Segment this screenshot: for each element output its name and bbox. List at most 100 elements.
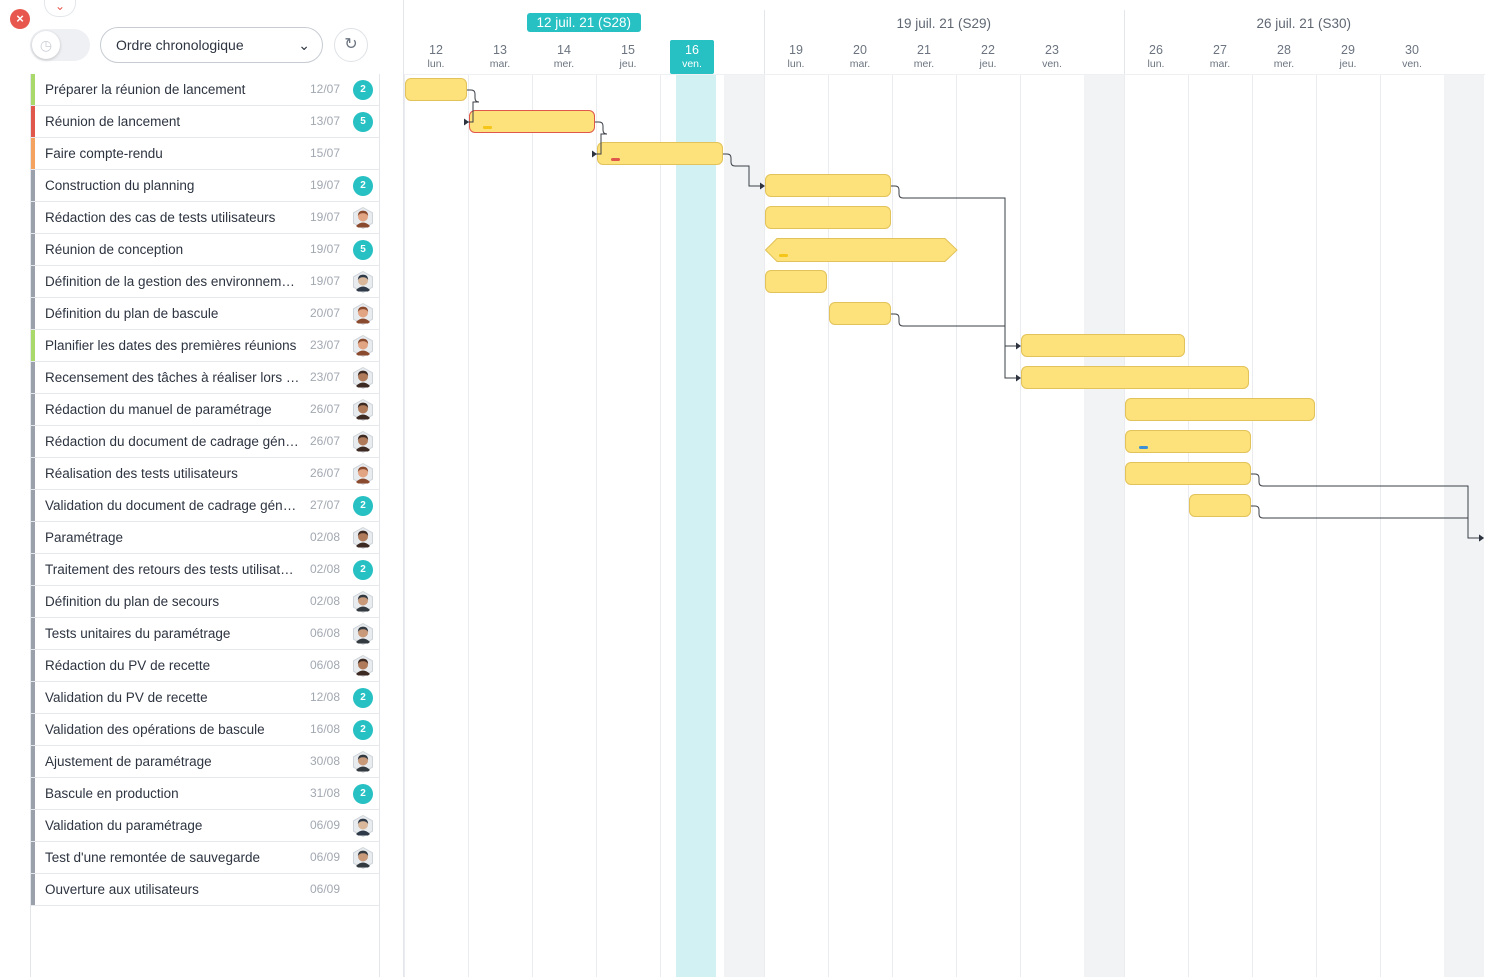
- assignee-count-badge[interactable]: 2: [353, 720, 373, 740]
- task-row[interactable]: Ajustement de paramétrage 30/08: [31, 746, 380, 778]
- timer-toggle[interactable]: ◷: [30, 29, 90, 61]
- task-name[interactable]: Construction du planning: [45, 170, 301, 201]
- assignee-count-badge[interactable]: 2: [353, 176, 373, 196]
- task-name[interactable]: Rédaction des cas de tests utilisateurs: [45, 202, 301, 233]
- assignee-count-badge[interactable]: 2: [353, 80, 373, 100]
- avatar[interactable]: [352, 654, 374, 678]
- avatar[interactable]: [352, 846, 374, 870]
- task-name[interactable]: Réunion de lancement: [45, 106, 301, 137]
- task-row[interactable]: Ouverture aux utilisateurs 06/09: [31, 874, 380, 906]
- task-row[interactable]: Rédaction du manuel de paramétrage 26/07: [31, 394, 380, 426]
- task-due-date: 06/09: [310, 818, 341, 832]
- task-name[interactable]: Réalisation des tests utilisateurs: [45, 458, 301, 489]
- task-name[interactable]: Définition du plan de secours: [45, 586, 301, 617]
- task-row[interactable]: Planifier les dates des premières réunio…: [31, 330, 380, 362]
- task-color-stripe: [31, 682, 35, 713]
- task-row[interactable]: Rédaction du document de cadrage général…: [31, 426, 380, 458]
- avatar[interactable]: [352, 622, 374, 646]
- avatar[interactable]: [352, 462, 374, 486]
- task-row[interactable]: Faire compte-rendu 15/07: [31, 138, 380, 170]
- close-icon[interactable]: ×: [10, 9, 30, 29]
- task-due-date: 15/07: [310, 146, 341, 160]
- task-name[interactable]: Définition du plan de bascule: [45, 298, 301, 329]
- avatar[interactable]: [352, 366, 374, 390]
- task-name[interactable]: Tests unitaires du paramétrage: [45, 618, 301, 649]
- task-name[interactable]: Planifier les dates des premières réunio…: [45, 330, 301, 361]
- task-name[interactable]: Validation du PV de recette: [45, 682, 301, 713]
- task-name[interactable]: Préparer la réunion de lancement: [45, 74, 301, 105]
- dependency-link: [593, 121, 608, 155]
- task-name[interactable]: Validation du document de cadrage généra…: [45, 490, 301, 521]
- task-name[interactable]: Bascule en production: [45, 778, 301, 809]
- task-name[interactable]: Traitement des retours des tests utilisa…: [45, 554, 301, 585]
- task-row[interactable]: Test d'une remontée de sauvegarde 06/09: [31, 842, 380, 874]
- task-row[interactable]: Construction du planning 19/07 2: [31, 170, 380, 202]
- task-row[interactable]: Rédaction du PV de recette 06/08: [31, 650, 380, 682]
- avatar[interactable]: [352, 270, 374, 294]
- assignee-count-badge[interactable]: 5: [353, 112, 373, 132]
- task-name[interactable]: Rédaction du document de cadrage général: [45, 426, 301, 457]
- task-name[interactable]: Rédaction du manuel de paramétrage: [45, 394, 301, 425]
- task-row[interactable]: Préparer la réunion de lancement 12/07 2: [31, 74, 380, 106]
- task-color-stripe: [31, 810, 35, 841]
- planning-view: × ⌄ ◷ Ordre chronologique ⌄ ↻ Préparer l…: [0, 0, 1485, 977]
- dependency-links: [464, 89, 1484, 542]
- task-name[interactable]: Réunion de conception: [45, 234, 301, 265]
- task-color-stripe: [31, 234, 35, 265]
- task-color-stripe: [31, 266, 35, 297]
- dependency-arrow: [592, 150, 597, 158]
- avatar[interactable]: [352, 398, 374, 422]
- task-name[interactable]: Recensement des tâches à réaliser lors d…: [45, 362, 301, 393]
- assignee-count-badge[interactable]: 2: [353, 784, 373, 804]
- task-row[interactable]: Validation du document de cadrage généra…: [31, 490, 380, 522]
- task-row[interactable]: Définition de la gestion des environneme…: [31, 266, 380, 298]
- task-row[interactable]: Paramétrage 02/08: [31, 522, 380, 554]
- task-name[interactable]: Définition de la gestion des environneme…: [45, 266, 301, 297]
- avatar[interactable]: [352, 590, 374, 614]
- avatar[interactable]: [352, 206, 374, 230]
- assignee-count-badge[interactable]: 2: [353, 496, 373, 516]
- task-due-date: 19/07: [310, 242, 341, 256]
- avatar[interactable]: [352, 750, 374, 774]
- task-name[interactable]: Ajustement de paramétrage: [45, 746, 301, 777]
- dependency-arrow: [760, 182, 765, 190]
- task-row[interactable]: Réunion de conception 19/07 5: [31, 234, 380, 266]
- dependency-arrow: [1016, 342, 1021, 350]
- task-row[interactable]: Définition du plan de bascule 20/07: [31, 298, 380, 330]
- task-due-date: 23/07: [310, 370, 341, 384]
- task-row[interactable]: Rédaction des cas de tests utilisateurs 1…: [31, 202, 380, 234]
- avatar[interactable]: [352, 430, 374, 454]
- assignee-count-badge[interactable]: 2: [353, 688, 373, 708]
- task-row[interactable]: Réunion de lancement 13/07 5: [31, 106, 380, 138]
- task-name[interactable]: Validation du paramétrage: [45, 810, 301, 841]
- task-name[interactable]: Faire compte-rendu: [45, 138, 301, 169]
- task-row[interactable]: Bascule en production 31/08 2: [31, 778, 380, 810]
- avatar[interactable]: [352, 814, 374, 838]
- task-row[interactable]: Tests unitaires du paramétrage 06/08: [31, 618, 380, 650]
- task-row[interactable]: Traitement des retours des tests utilisa…: [31, 554, 380, 586]
- chevron-down-icon[interactable]: ⌄: [44, 0, 76, 17]
- task-due-date: 12/08: [310, 690, 341, 704]
- chevron-down-icon: ⌄: [298, 37, 310, 53]
- task-row[interactable]: Définition du plan de secours 02/08: [31, 586, 380, 618]
- sort-select[interactable]: Ordre chronologique ⌄: [100, 27, 323, 63]
- task-name[interactable]: Rédaction du PV de recette: [45, 650, 301, 681]
- task-name[interactable]: Paramétrage: [45, 522, 301, 553]
- task-name[interactable]: Validation des opérations de bascule: [45, 714, 301, 745]
- task-row[interactable]: Réalisation des tests utilisateurs 26/07: [31, 458, 380, 490]
- avatar[interactable]: [352, 334, 374, 358]
- task-row[interactable]: Recensement des tâches à réaliser lors d…: [31, 362, 380, 394]
- avatar[interactable]: [352, 302, 374, 326]
- refresh-button[interactable]: ↻: [334, 28, 368, 62]
- task-row[interactable]: Validation du PV de recette 12/08 2: [31, 682, 380, 714]
- dependency-link: [891, 313, 1017, 347]
- task-name[interactable]: Test d'une remontée de sauvegarde: [45, 842, 301, 873]
- task-due-date: 26/07: [310, 434, 341, 448]
- assignee-count-badge[interactable]: 5: [353, 240, 373, 260]
- task-row[interactable]: Validation du paramétrage 06/09: [31, 810, 380, 842]
- assignee-count-badge[interactable]: 2: [353, 560, 373, 580]
- avatar[interactable]: [352, 526, 374, 550]
- task-row[interactable]: Validation des opérations de bascule 16/0…: [31, 714, 380, 746]
- task-name[interactable]: Ouverture aux utilisateurs: [45, 874, 301, 905]
- task-color-stripe: [31, 426, 35, 457]
